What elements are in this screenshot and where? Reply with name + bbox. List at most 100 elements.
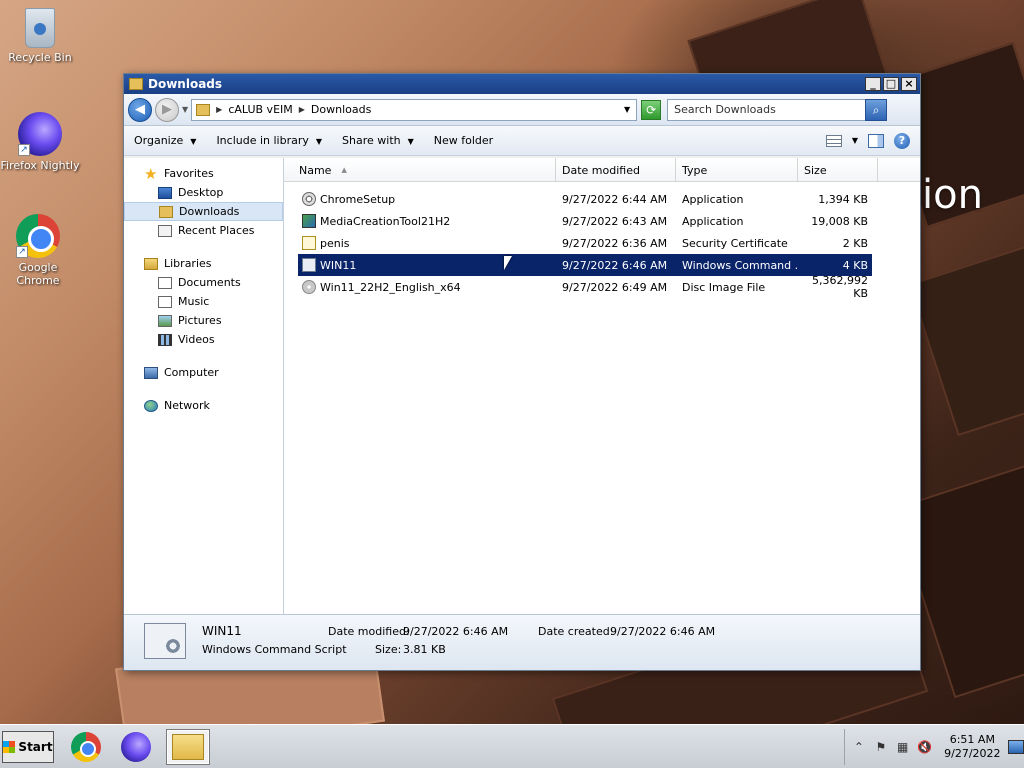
desktop-icon-firefox-nightly[interactable]: ↗ Firefox Nightly <box>0 112 80 172</box>
file-row[interactable]: Win11_22H2_English_x64 9/27/2022 6:49 AM… <box>298 274 872 300</box>
column-header-name[interactable]: Name ▲ <box>284 158 556 182</box>
nav-label: Videos <box>178 333 215 346</box>
file-size: 2 KB <box>842 236 868 250</box>
back-button[interactable]: ◀ <box>128 97 152 122</box>
share-with-button[interactable]: Share with ▼ <box>342 134 414 147</box>
include-in-library-label: Include in library <box>216 134 309 147</box>
organize-button[interactable]: Organize ▼ <box>134 134 196 147</box>
search-icon[interactable]: ⌕ <box>865 98 888 121</box>
nav-computer[interactable]: Computer <box>124 363 283 382</box>
details-date-modified: 9/27/2022 6:46 AM <box>403 625 509 638</box>
file-row-selected[interactable]: WIN11 9/27/2022 6:46 AM Windows Command … <box>298 254 872 276</box>
nav-network[interactable]: Network <box>124 396 283 415</box>
desktop-icon-recycle-bin[interactable]: Recycle Bin <box>0 8 80 64</box>
chevron-right-icon[interactable]: ▶ <box>216 105 222 114</box>
file-date: 9/27/2022 6:46 AM <box>562 258 668 272</box>
change-view-icon[interactable] <box>825 134 842 147</box>
action-center-flag-icon[interactable]: ⚑ <box>873 739 889 755</box>
column-label: Name <box>299 163 332 177</box>
sort-arrow-icon: ▲ <box>341 166 347 174</box>
start-button[interactable]: Start <box>2 731 54 763</box>
certificate-icon <box>302 236 316 250</box>
file-row[interactable]: ChromeSetup 9/27/2022 6:44 AM Applicatio… <box>298 188 872 210</box>
nav-libraries[interactable]: Libraries <box>124 254 283 273</box>
file-name: WIN11 <box>320 258 357 272</box>
details-file-name: WIN11 <box>202 624 242 638</box>
clock[interactable]: 6:51 AM 9/27/2022 <box>941 733 1005 761</box>
preview-pane-icon[interactable] <box>868 133 884 148</box>
network-icon <box>144 399 158 412</box>
nav-documents[interactable]: Documents <box>124 273 283 292</box>
nav-desktop[interactable]: Desktop <box>124 183 283 202</box>
details-size-label: Size: <box>375 643 402 656</box>
command-bar: Organize ▼ Include in library ▼ Share with… <box>124 126 920 156</box>
column-label: Type <box>682 163 708 177</box>
file-date: 9/27/2022 6:49 AM <box>562 280 668 294</box>
chevron-down-icon: ▼ <box>190 137 197 146</box>
breadcrumb-user[interactable]: cALUB vEIM <box>228 103 292 116</box>
file-row[interactable]: penis 9/27/2022 6:36 AM Security Certifi… <box>298 232 872 254</box>
title-bar[interactable]: Downloads _ □ × <box>124 74 920 94</box>
chevron-down-icon[interactable]: ▼ <box>624 105 630 114</box>
desktop-icon-label: Google Chrome <box>16 261 60 287</box>
search-box[interactable]: ⌕ <box>667 98 888 121</box>
forward-button[interactable]: ▶ <box>155 97 179 122</box>
taskbar-chrome[interactable] <box>66 729 106 765</box>
command-script-large-icon <box>144 623 186 659</box>
shortcut-arrow-icon: ↗ <box>18 144 30 156</box>
network-status-icon[interactable]: ▦ <box>895 739 911 755</box>
nav-videos[interactable]: Videos <box>124 330 283 349</box>
breadcrumb-downloads[interactable]: Downloads <box>311 103 371 116</box>
chevron-down-icon: ▼ <box>407 137 414 146</box>
nav-music[interactable]: Music <box>124 292 283 311</box>
file-type: Security Certificate <box>682 236 788 250</box>
chevron-right-icon[interactable]: ▶ <box>299 105 305 114</box>
nav-recent-places[interactable]: Recent Places <box>124 221 283 240</box>
maximize-button[interactable]: □ <box>883 77 899 91</box>
file-size: 1,394 KB <box>818 192 868 206</box>
column-header-size[interactable]: Size <box>798 158 878 182</box>
file-type: Disc Image File <box>682 280 766 294</box>
file-size: 4 KB <box>842 258 868 272</box>
nav-pictures[interactable]: Pictures <box>124 311 283 330</box>
include-in-library-button[interactable]: Include in library ▼ <box>216 134 322 147</box>
show-desktop-icon[interactable] <box>1008 740 1024 754</box>
column-header-type[interactable]: Type <box>676 158 798 182</box>
media-creation-tool-icon <box>302 214 316 228</box>
chevron-down-icon[interactable]: ▼ <box>852 136 858 145</box>
new-folder-label: New folder <box>433 134 494 147</box>
file-explorer-icon <box>172 734 204 760</box>
clock-time: 6:51 AM <box>949 733 995 746</box>
taskbar-explorer[interactable] <box>166 729 210 765</box>
new-folder-button[interactable]: New folder <box>434 134 493 147</box>
taskbar-firefox[interactable] <box>116 729 156 765</box>
windows-logo-icon <box>3 741 16 753</box>
refresh-button[interactable]: ⟳ <box>641 99 662 120</box>
disc-image-icon <box>302 280 316 294</box>
nav-downloads[interactable]: Downloads <box>124 202 283 221</box>
close-button[interactable]: × <box>901 77 917 91</box>
search-input[interactable] <box>674 103 865 116</box>
recent-pages-dropdown[interactable]: ▼ <box>182 105 188 114</box>
nav-favorites[interactable]: ★ Favorites <box>124 164 283 183</box>
file-name: ChromeSetup <box>320 192 396 206</box>
details-file-kind: Windows Command Script <box>202 643 347 656</box>
music-icon <box>158 295 172 308</box>
address-field[interactable]: ▶ cALUB vEIM ▶ Downloads ▼ <box>191 98 638 121</box>
show-hidden-icons-icon[interactable]: ⌃ <box>851 739 867 755</box>
minimize-button[interactable]: _ <box>865 77 881 91</box>
file-name: Win11_22H2_English_x64 <box>320 280 461 294</box>
nav-label: Network <box>164 399 210 412</box>
file-type: Application <box>682 214 744 228</box>
share-with-label: Share with <box>342 134 401 147</box>
volume-muted-icon[interactable]: 🔇 <box>917 739 933 755</box>
column-header-date[interactable]: Date modified <box>556 158 676 182</box>
file-row[interactable]: MediaCreationTool21H2 9/27/2022 6:43 AM … <box>298 210 872 232</box>
desktop-icon-google-chrome[interactable]: ↗ Google Chrome <box>0 214 78 287</box>
help-icon[interactable]: ? <box>894 132 910 149</box>
chevron-down-icon: ▼ <box>315 137 323 146</box>
nav-label: Computer <box>164 366 219 379</box>
file-type: Windows Command ... <box>682 258 798 272</box>
file-type: Application <box>682 192 744 206</box>
address-bar: ◀ ▶ ▼ ▶ cALUB vEIM ▶ Downloads ▼ ⟳ ⌕ <box>124 94 920 126</box>
